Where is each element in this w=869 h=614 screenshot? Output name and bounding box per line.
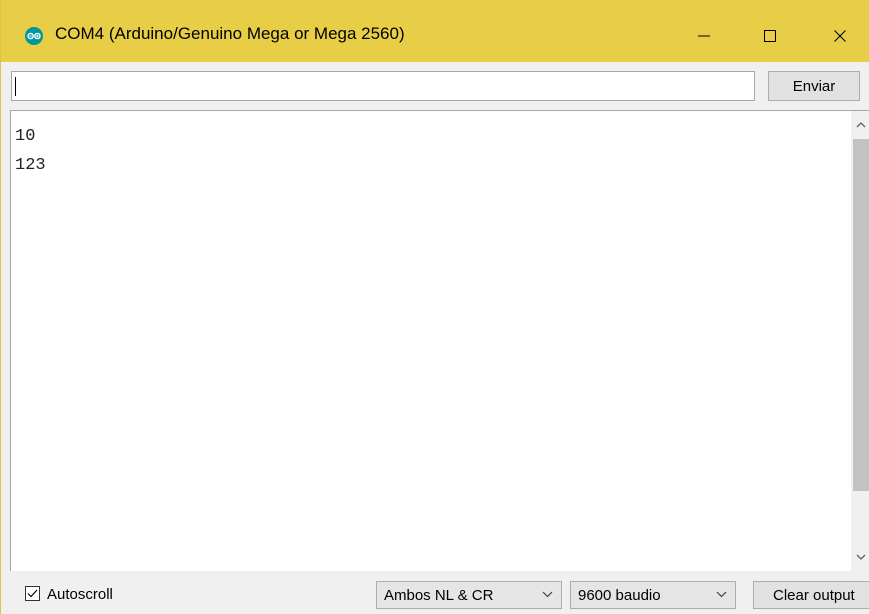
scroll-up-button[interactable] (851, 111, 869, 139)
close-icon (834, 30, 846, 42)
vertical-scrollbar[interactable] (851, 111, 869, 571)
serial-monitor-window: COM4 (Arduino/Genuino Mega or Mega 2560)… (0, 0, 869, 614)
output-line: 123 (15, 156, 46, 175)
autoscroll-label[interactable]: Autoscroll (47, 586, 113, 603)
maximize-button[interactable] (747, 14, 793, 58)
chevron-down-icon (716, 591, 727, 598)
line-ending-value: Ambos NL & CR (384, 587, 494, 604)
scroll-down-button[interactable] (851, 543, 869, 571)
minimize-icon (698, 35, 710, 37)
scroll-thumb[interactable] (853, 139, 869, 491)
clear-output-button[interactable]: Clear output (753, 581, 869, 609)
chevron-down-icon (856, 554, 865, 560)
output-lines: 10 123 (15, 122, 46, 180)
send-input[interactable] (11, 71, 755, 101)
baud-rate-value: 9600 baudio (578, 587, 661, 604)
checkmark-icon (27, 589, 38, 598)
baud-rate-select[interactable]: 9600 baudio (570, 581, 736, 609)
minimize-button[interactable] (681, 14, 727, 58)
chevron-down-icon (542, 591, 553, 598)
title-bar[interactable]: COM4 (Arduino/Genuino Mega or Mega 2560) (1, 0, 869, 62)
send-row: Enviar (1, 62, 869, 108)
send-button[interactable]: Enviar (768, 71, 860, 101)
arduino-logo-icon (25, 27, 43, 45)
chevron-up-icon (856, 122, 865, 128)
output-line: 10 (15, 127, 36, 146)
window-title: COM4 (Arduino/Genuino Mega or Mega 2560) (55, 24, 405, 43)
text-cursor (15, 77, 16, 96)
line-ending-select[interactable]: Ambos NL & CR (376, 581, 562, 609)
serial-output[interactable]: 10 123 (10, 110, 869, 571)
maximize-icon (764, 30, 776, 42)
bottom-bar: Autoscroll Ambos NL & CR 9600 baudio Cle… (1, 571, 869, 614)
autoscroll-checkbox[interactable] (25, 586, 40, 601)
close-button[interactable] (817, 14, 863, 58)
